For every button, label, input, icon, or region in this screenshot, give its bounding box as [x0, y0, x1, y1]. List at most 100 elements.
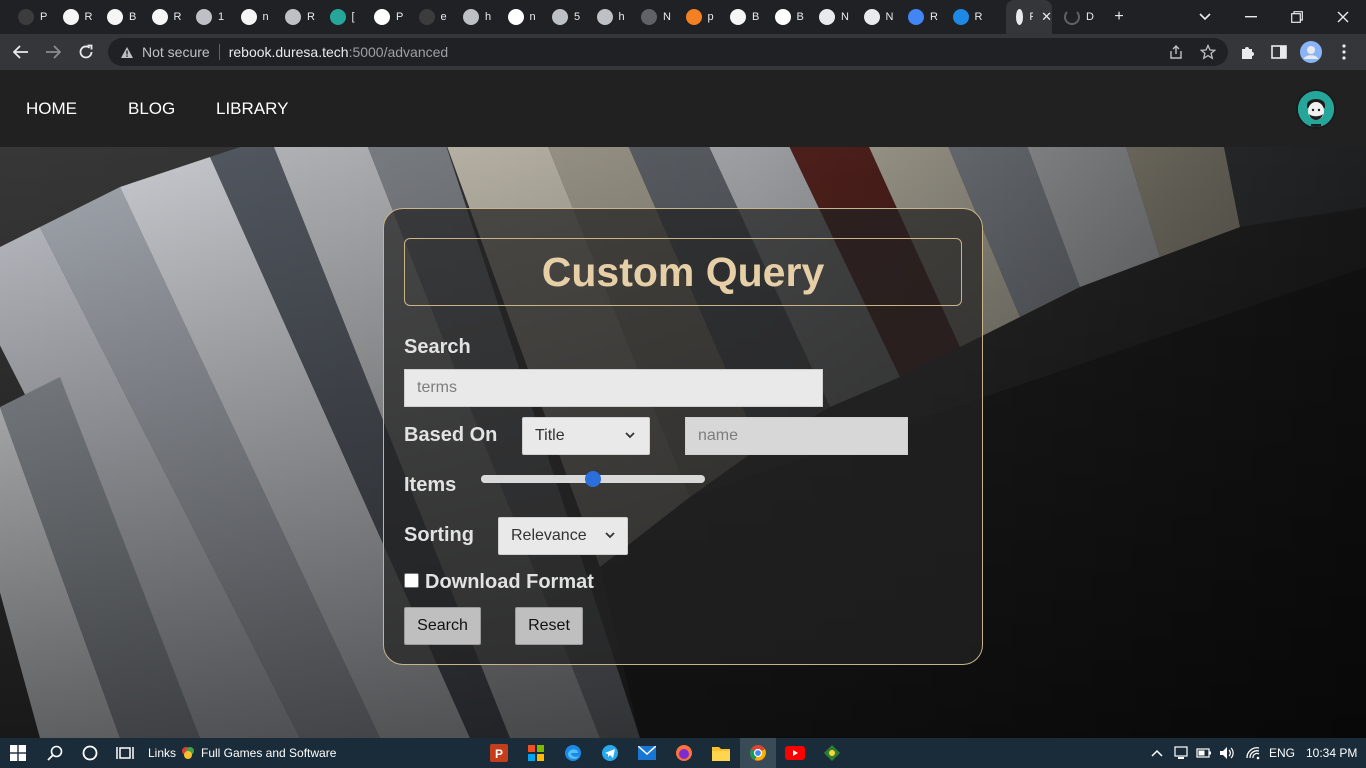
browser-tab[interactable]: h: [453, 0, 497, 34]
browser-tab[interactable]: Re ✕: [1006, 0, 1052, 34]
sorting-select[interactable]: Relevance: [498, 517, 628, 555]
battery-tray-icon[interactable]: [1193, 742, 1215, 764]
browser-tab[interactable]: N: [631, 0, 675, 34]
minimize-icon: [1245, 16, 1257, 18]
task-view-button[interactable]: [114, 742, 136, 764]
security-label[interactable]: Not secure: [142, 44, 210, 60]
nav-home-link[interactable]: HOME: [26, 99, 77, 119]
tab-title: 1: [218, 11, 225, 23]
star-icon[interactable]: [1199, 43, 1217, 61]
browser-tab[interactable]: n: [498, 0, 542, 34]
telegram-taskbar-icon[interactable]: [599, 742, 621, 764]
reload-button[interactable]: [75, 41, 97, 63]
search-taskbar-button[interactable]: [44, 742, 66, 764]
volume-tray-icon[interactable]: [1216, 742, 1238, 764]
folder-favicon-icon: [179, 742, 197, 764]
triangle-icon: [374, 9, 390, 25]
browser-tab[interactable]: B: [720, 0, 764, 34]
search-label: Search: [404, 336, 471, 358]
firefox-taskbar-icon[interactable]: [673, 742, 695, 764]
tray-chevron-up-icon[interactable]: [1146, 742, 1168, 764]
wifi-tray-icon[interactable]: [1242, 742, 1264, 764]
browser-tab[interactable]: e: [409, 0, 453, 34]
name-input[interactable]: name: [685, 417, 908, 455]
search-button[interactable]: Search: [404, 607, 481, 645]
links-toolbar-label[interactable]: Links: [148, 746, 176, 760]
share-icon[interactable]: [1167, 43, 1185, 61]
reset-button[interactable]: Reset: [515, 607, 583, 645]
cortana-circle-icon: [82, 745, 98, 761]
chevron-down-icon: [625, 432, 635, 439]
globe-icon: [596, 9, 613, 25]
items-slider[interactable]: [481, 471, 705, 487]
browser-tab[interactable]: R: [898, 0, 942, 34]
browser-tab[interactable]: 5: [542, 0, 586, 34]
chrome-taskbar-icon[interactable]: [747, 742, 769, 764]
side-panel-button[interactable]: [1268, 41, 1290, 63]
back-button[interactable]: [10, 41, 32, 63]
browser-tab[interactable]: N: [809, 0, 853, 34]
chrome-icon: [819, 9, 835, 25]
new-tab-button[interactable]: +: [1108, 6, 1130, 28]
menu-button[interactable]: [1333, 41, 1355, 63]
browser-tab[interactable]: h: [587, 0, 631, 34]
device-tray-icon[interactable]: [1170, 742, 1192, 764]
powerpoint-taskbar-icon[interactable]: P: [488, 742, 510, 764]
close-icon: [1337, 11, 1349, 23]
links-folder-item[interactable]: Full Games and Software: [201, 746, 336, 760]
nav-library-link[interactable]: LIBRARY: [216, 99, 288, 119]
items-slider-thumb[interactable]: [585, 471, 601, 487]
start-button[interactable]: [7, 742, 29, 764]
store-taskbar-icon[interactable]: [525, 742, 547, 764]
browser-tab[interactable]: P: [364, 0, 408, 34]
browser-tab[interactable]: B: [97, 0, 141, 34]
address-bar[interactable]: Not secure rebook.duresa.tech:5000/advan…: [108, 38, 1228, 66]
cortana-button[interactable]: [79, 742, 101, 764]
close-tab-icon[interactable]: ✕: [1041, 9, 1052, 25]
forward-button[interactable]: [42, 41, 64, 63]
browser-tab[interactable]: R: [142, 0, 186, 34]
download-format-checkbox[interactable]: [404, 573, 419, 588]
stack-icon: [685, 9, 702, 25]
mail-taskbar-icon[interactable]: [636, 742, 658, 764]
browser-tab[interactable]: R: [275, 0, 319, 34]
extensions-button[interactable]: [1237, 41, 1259, 63]
minimize-button[interactable]: [1240, 6, 1262, 28]
browser-tab[interactable]: N: [854, 0, 898, 34]
arrow-right-icon: [46, 45, 61, 59]
edge-taskbar-icon[interactable]: [562, 742, 584, 764]
browser-tab[interactable]: D: [1054, 0, 1098, 34]
browser-tab[interactable]: R: [943, 0, 987, 34]
browser-tab[interactable]: R: [53, 0, 97, 34]
browser-tab[interactable]: 1: [186, 0, 230, 34]
browser-tab[interactable]: n: [231, 0, 275, 34]
tab-title: e: [440, 11, 447, 23]
profile-button[interactable]: [1300, 41, 1322, 63]
search-input[interactable]: terms: [404, 369, 823, 407]
page-icon: [1016, 9, 1024, 25]
dark-circle-icon: [18, 9, 34, 25]
nav-blog-link[interactable]: BLOG: [128, 99, 175, 119]
user-avatar[interactable]: [1296, 89, 1336, 129]
file-explorer-taskbar-icon[interactable]: [710, 742, 732, 764]
svg-text:P: P: [495, 747, 503, 761]
browser-tab[interactable]: [: [320, 0, 364, 34]
restore-button[interactable]: [1286, 6, 1308, 28]
chrome-icon: [863, 9, 880, 25]
based-on-select[interactable]: Title: [522, 417, 650, 455]
browser-tab[interactable]: P: [8, 0, 52, 34]
globe-icon: [552, 9, 568, 25]
language-indicator[interactable]: ENG: [1269, 746, 1295, 760]
browser-tab[interactable]: B: [765, 0, 809, 34]
sourcetree-taskbar-icon[interactable]: [821, 742, 843, 764]
clock[interactable]: 10:34 PM: [1306, 746, 1357, 760]
browser-tab[interactable]: p: [676, 0, 720, 34]
chevron-down-icon: [605, 532, 615, 539]
tab-search-button[interactable]: [1194, 6, 1216, 28]
close-window-button[interactable]: [1332, 6, 1354, 28]
tab-title: h: [485, 11, 492, 23]
globe-icon: [463, 9, 479, 25]
items-slider-fill: [481, 475, 593, 483]
site-navbar: HOME BLOG LIBRARY: [0, 70, 1366, 147]
youtube-taskbar-icon[interactable]: [784, 742, 806, 764]
